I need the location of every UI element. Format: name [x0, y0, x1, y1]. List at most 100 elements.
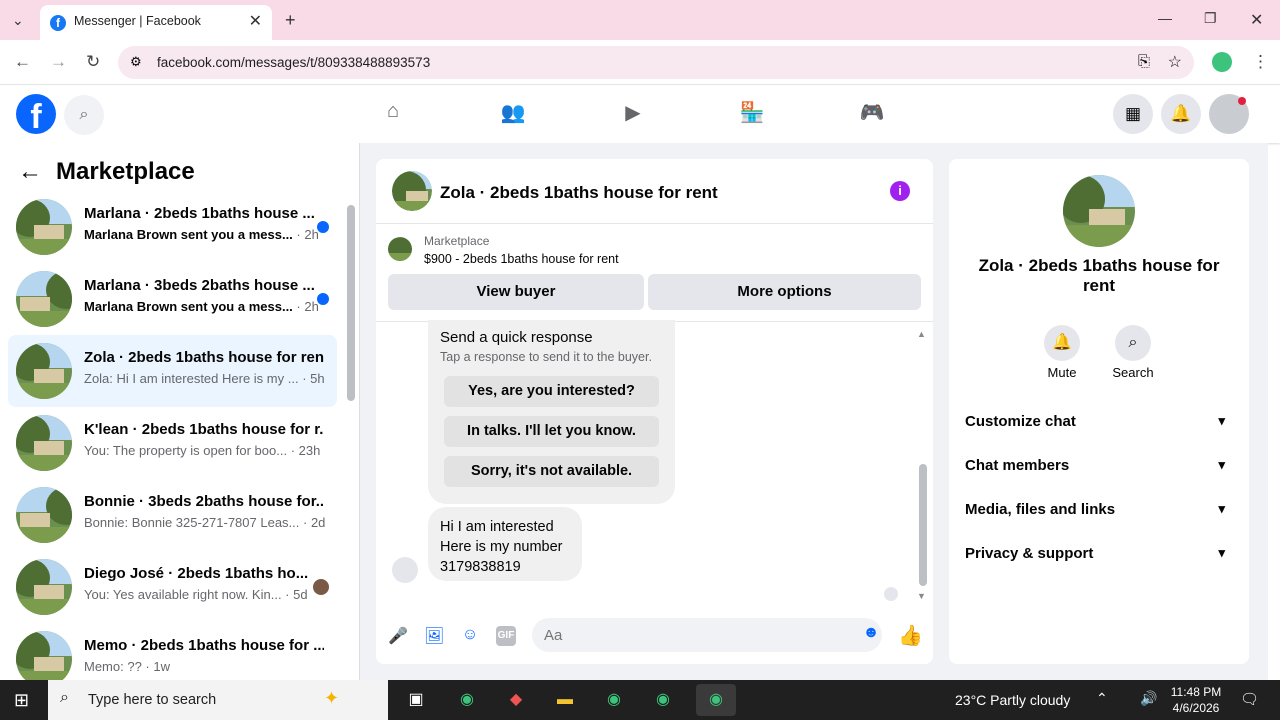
friends-icon[interactable]: 👥: [499, 100, 527, 128]
privacy-support-section[interactable]: Privacy & support ▾: [965, 545, 1233, 573]
video-icon[interactable]: ▶: [619, 100, 647, 128]
emoji-icon[interactable]: ☻: [861, 624, 881, 644]
chat-scrollbar[interactable]: [919, 464, 927, 586]
scroll-up-icon[interactable]: ▲: [917, 329, 926, 339]
clock[interactable]: 11:48 PM 4/6/2026: [1168, 684, 1224, 716]
search-highlight-icon: ✦: [324, 688, 340, 708]
conversation-name: Zola · 2beds 1baths house for rent: [84, 349, 324, 366]
clock-date: 4/6/2026: [1172, 701, 1220, 715]
minimize-icon[interactable]: —: [1158, 10, 1172, 26]
listing-thumbnail[interactable]: [388, 237, 412, 261]
conversation-preview: Zola: Hi I am interested Here is my ... …: [84, 371, 325, 386]
scroll-down-icon[interactable]: ▼: [917, 591, 926, 601]
listing-thumbnail: [16, 631, 72, 687]
chevron-down-icon: ▾: [1218, 545, 1225, 560]
conversation-item[interactable]: K'lean · 2beds 1baths house for r... You…: [8, 407, 337, 479]
restore-icon[interactable]: ❐: [1204, 10, 1217, 27]
sender-avatar[interactable]: [392, 557, 418, 583]
chat-avatar[interactable]: [392, 171, 432, 211]
address-bar[interactable]: ⚙ facebook.com/messages/t/80933848889357…: [118, 46, 1194, 79]
conversation-item[interactable]: Diego José · 2beds 1baths ho... You: Yes…: [8, 551, 337, 623]
chrome-icon[interactable]: ◉: [451, 684, 483, 716]
chrome-icon[interactable]: ◉: [598, 684, 630, 716]
close-tab-icon[interactable]: ✕: [249, 11, 262, 31]
sticker-icon[interactable]: ☺: [460, 626, 480, 646]
app-icon[interactable]: ◆: [500, 684, 532, 716]
weather-widget[interactable]: 23°C Partly cloudy: [955, 692, 1070, 708]
mute-label[interactable]: Mute: [1032, 365, 1092, 380]
task-view-icon[interactable]: ▣: [400, 684, 432, 716]
message-input[interactable]: [532, 618, 882, 652]
search-label[interactable]: Search: [1103, 365, 1163, 380]
chevron-down-icon: ▾: [1218, 457, 1225, 472]
bookmark-star-icon[interactable]: ☆: [1168, 52, 1182, 72]
chrome-active-icon[interactable]: ◉: [696, 684, 736, 716]
listing-banner: Marketplace $900 - 2beds 1baths house fo…: [376, 225, 933, 322]
listing-thumbnail: [16, 487, 72, 543]
windows-start-icon[interactable]: ⊞: [14, 690, 29, 711]
photo-icon[interactable]: 🖼: [424, 626, 444, 646]
chat-title[interactable]: Zola · 2beds 1baths house for rent: [440, 183, 718, 203]
tray-chevron-icon[interactable]: ⌃: [1096, 690, 1108, 707]
like-thumb-icon[interactable]: 👍: [898, 623, 923, 647]
gif-icon[interactable]: GIF: [496, 626, 516, 646]
back-icon[interactable]: ←: [14, 52, 31, 72]
close-window-icon[interactable]: ✕: [1250, 10, 1263, 30]
message-bubble[interactable]: Hi I am interested Here is my number 317…: [428, 507, 582, 581]
search-icon[interactable]: ⌕: [64, 95, 104, 135]
gaming-icon[interactable]: 🎮: [858, 100, 886, 128]
taskbar-search[interactable]: ⌕ Type here to search ✦: [48, 680, 388, 720]
microphone-icon[interactable]: 🎤: [388, 626, 408, 646]
media-files-links-section[interactable]: Media, files and links ▾: [965, 501, 1233, 529]
conversation-preview: Marlana Brown sent you a mess... · 2h: [84, 227, 319, 242]
profile-extension-icon[interactable]: [1212, 52, 1232, 72]
notification-center-icon[interactable]: 🗨: [1240, 690, 1259, 708]
listing-thumbnail: [16, 415, 72, 471]
chrome-icon[interactable]: ◉: [647, 684, 679, 716]
conversation-item[interactable]: Marlana · 3beds 2baths house ... Marlana…: [8, 263, 337, 335]
forward-icon[interactable]: →: [50, 52, 67, 72]
conversation-item[interactable]: Bonnie · 3beds 2baths house for... Bonni…: [8, 479, 337, 551]
browser-tab[interactable]: f Messenger | Facebook ✕: [40, 5, 272, 40]
conversation-item-selected[interactable]: Zola · 2beds 1baths house for rent Zola:…: [8, 335, 337, 407]
conversation-preview: Marlana Brown sent you a mess... · 2h: [84, 299, 319, 314]
search-icon[interactable]: ⌕: [1115, 325, 1151, 361]
tab-list-icon[interactable]: ⌄: [12, 12, 24, 29]
chat-profile-photo[interactable]: [1063, 175, 1135, 247]
seen-avatar: [313, 579, 329, 595]
main-area: ← Marketplace Marlana · 2beds 1baths hou…: [0, 143, 1268, 687]
quick-response-yes-button[interactable]: Yes, are you interested?: [444, 376, 659, 407]
notifications-bell-icon[interactable]: 🔔: [1161, 94, 1201, 134]
home-icon[interactable]: ⌂: [379, 100, 407, 128]
mute-bell-icon[interactable]: 🔔: [1044, 325, 1080, 361]
chevron-down-icon: ▾: [1218, 413, 1225, 428]
listing-title[interactable]: $900 - 2beds 1baths house for rent: [424, 252, 619, 266]
quick-response-talks-button[interactable]: In talks. I'll let you know.: [444, 416, 659, 447]
file-explorer-icon[interactable]: ▬: [549, 684, 581, 716]
view-buyer-button[interactable]: View buyer: [388, 274, 644, 310]
browser-menu-icon[interactable]: ⋮: [1252, 52, 1269, 72]
chat-info-panel: Zola · 2beds 1baths house for rent 🔔 Mut…: [949, 159, 1249, 664]
info-icon[interactable]: i: [890, 181, 910, 201]
more-options-button[interactable]: More options: [648, 274, 921, 310]
quick-response-unavailable-button[interactable]: Sorry, it's not available.: [444, 456, 659, 487]
conversation-name: K'lean · 2beds 1baths house for r...: [84, 421, 324, 438]
chat-members-section[interactable]: Chat members ▾: [965, 457, 1233, 485]
new-tab-icon[interactable]: +: [285, 10, 296, 31]
reload-icon[interactable]: ↻: [86, 52, 100, 72]
conversation-name: Diego José · 2beds 1baths ho...: [84, 565, 309, 582]
conversation-item[interactable]: Marlana · 2beds 1baths house ... Marlana…: [8, 191, 337, 263]
customize-chat-section[interactable]: Customize chat ▾: [965, 413, 1233, 441]
notification-dot: [1238, 97, 1246, 105]
marketplace-icon[interactable]: 🏪: [738, 100, 766, 128]
facebook-header: f ⌕ ⌂ 👥 ▶ 🏪 🎮 ▦ 🔔: [0, 86, 1280, 143]
install-app-icon[interactable]: ⎘: [1138, 53, 1150, 70]
volume-icon[interactable]: 🔊: [1140, 690, 1157, 707]
back-arrow-icon[interactable]: ←: [18, 158, 42, 186]
sidebar-scrollbar[interactable]: [347, 205, 355, 401]
conversation-preview: Bonnie: Bonnie 325-271-7807 Leas... · 2d: [84, 515, 326, 530]
facebook-logo-icon[interactable]: f: [16, 94, 56, 136]
site-info-icon[interactable]: ⚙: [130, 54, 142, 70]
menu-grid-icon[interactable]: ▦: [1113, 94, 1153, 134]
conversation-name: Bonnie · 3beds 2baths house for...: [84, 493, 324, 510]
